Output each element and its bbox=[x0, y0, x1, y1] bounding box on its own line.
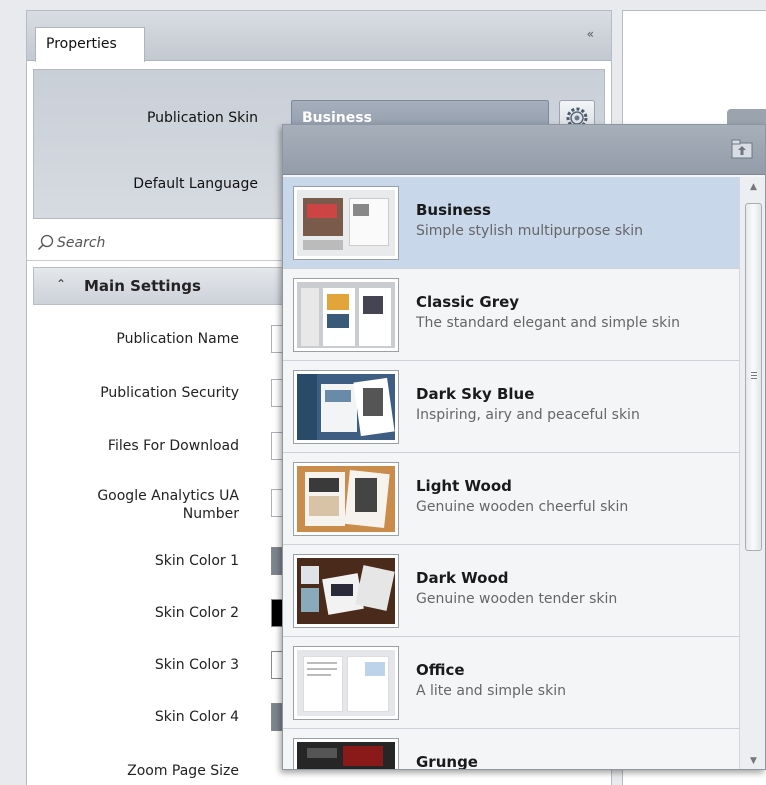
collapse-panel-icon[interactable]: « bbox=[587, 27, 595, 41]
skin-thumbnail bbox=[293, 646, 399, 720]
skin-list: Business Simple stylish multipurpose ski… bbox=[283, 177, 739, 770]
skin-color-2-label: Skin Color 2 bbox=[154, 605, 239, 621]
publication-name-label: Publication Name bbox=[116, 331, 239, 347]
skin-color-3-label: Skin Color 3 bbox=[154, 657, 239, 673]
skin-description: Simple stylish multipurpose skin bbox=[416, 223, 643, 239]
publication-security-label: Publication Security bbox=[100, 385, 239, 401]
skin-name: Classic Grey bbox=[416, 293, 520, 311]
chevron-up-icon: ⌃ bbox=[56, 277, 67, 291]
files-for-download-label: Files For Download bbox=[107, 438, 239, 454]
popup-header bbox=[283, 125, 765, 175]
skin-color-4-label: Skin Color 4 bbox=[154, 709, 239, 725]
skin-item-light-wood[interactable]: Light Wood Genuine wooden cheerful skin bbox=[283, 453, 739, 545]
skin-name: Dark Sky Blue bbox=[416, 385, 535, 403]
skin-list-scrollbar[interactable]: ▲ ▼ bbox=[739, 177, 765, 769]
search-icon bbox=[37, 234, 54, 251]
skin-description: Inspiring, airy and peaceful skin bbox=[416, 407, 640, 423]
skin-item-dark-wood[interactable]: Dark Wood Genuine wooden tender skin bbox=[283, 545, 739, 637]
skin-thumbnail bbox=[293, 186, 399, 260]
panel-tabbar: Properties « bbox=[27, 11, 611, 62]
publication-skin-label: Publication Skin bbox=[146, 110, 258, 126]
skin-item-dark-sky-blue[interactable]: Dark Sky Blue Inspiring, airy and peacef… bbox=[283, 361, 739, 453]
folder-upload-icon[interactable] bbox=[731, 139, 753, 159]
scroll-grip-icon bbox=[751, 372, 757, 379]
skin-description: A lite and simple skin bbox=[416, 683, 566, 699]
skin-description: The standard elegant and simple skin bbox=[416, 315, 681, 331]
skin-thumbnail bbox=[293, 370, 399, 444]
skin-description: Genuine wooden cheerful skin bbox=[416, 499, 629, 515]
main-settings-title: Main Settings bbox=[84, 277, 201, 295]
skin-thumbnail bbox=[293, 738, 399, 769]
skin-name: Business bbox=[416, 201, 491, 219]
skin-item-grunge[interactable]: Grunge bbox=[283, 729, 739, 770]
zoom-page-size-label: Zoom Page Size bbox=[127, 763, 239, 779]
skin-thumbnail bbox=[293, 462, 399, 536]
skin-thumbnail bbox=[293, 554, 399, 628]
skin-item-classic-grey[interactable]: Classic Grey The standard elegant and si… bbox=[283, 269, 739, 361]
skin-thumbnail bbox=[293, 278, 399, 352]
skin-name: Dark Wood bbox=[416, 569, 509, 587]
skin-name: Grunge bbox=[416, 753, 478, 770]
skin-item-business[interactable]: Business Simple stylish multipurpose ski… bbox=[283, 177, 739, 269]
scroll-down-arrow[interactable]: ▼ bbox=[740, 751, 765, 769]
scroll-up-arrow[interactable]: ▲ bbox=[740, 177, 765, 197]
skin-description: Genuine wooden tender skin bbox=[416, 591, 618, 607]
skin-color-1-label: Skin Color 1 bbox=[154, 553, 239, 569]
scroll-thumb[interactable] bbox=[745, 203, 762, 551]
skin-dropdown-popup: Business Simple stylish multipurpose ski… bbox=[282, 124, 766, 770]
skin-name: Office bbox=[416, 661, 465, 679]
default-language-label: Default Language bbox=[133, 176, 258, 192]
tab-properties[interactable]: Properties bbox=[35, 27, 145, 62]
skin-name: Light Wood bbox=[416, 477, 512, 495]
skin-item-office[interactable]: Office A lite and simple skin bbox=[283, 637, 739, 729]
google-analytics-label: Google Analytics UA Number bbox=[97, 488, 239, 522]
search-input[interactable]: Search bbox=[57, 235, 105, 251]
